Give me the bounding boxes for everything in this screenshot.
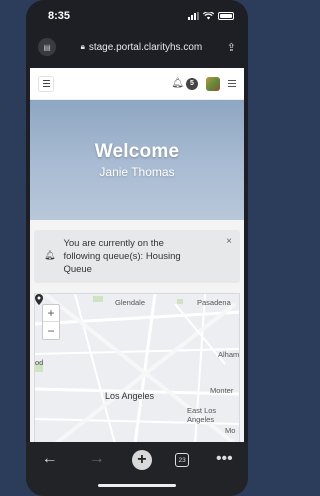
home-indicator[interactable]	[98, 484, 176, 487]
map-label-od: od	[35, 358, 44, 367]
share-icon[interactable]: ⇪	[227, 41, 236, 54]
map-label-glendale: Glendale	[115, 298, 146, 307]
user-name: Janie Thomas	[99, 165, 175, 179]
phone-frame: 8:35 ▤ 🔒︎ stage.portal.clarityhs.com ⇪ 🔔…	[26, 0, 248, 496]
battery-icon	[218, 12, 234, 20]
browser-url-bar[interactable]: ▤ 🔒︎ stage.portal.clarityhs.com ⇪	[26, 32, 248, 62]
map-label-east-los-angeles: East Los Angeles	[187, 406, 217, 424]
url-text: stage.portal.clarityhs.com	[88, 41, 203, 53]
notifications-button[interactable]: 🔔︎ 5	[171, 77, 198, 90]
status-icons	[188, 12, 234, 20]
arrow-right-icon[interactable]: →	[85, 450, 109, 468]
map-label-los-angeles: Los Angeles	[105, 391, 155, 401]
map-label-pasadena: Pasadena	[197, 298, 231, 307]
map-pin-icon[interactable]	[35, 294, 43, 305]
map[interactable]: + − Glendale Pasadena od Alham Monter Lo…	[34, 293, 240, 442]
app-header: 🔔︎ 5	[30, 68, 244, 100]
reader-icon[interactable]: ▤	[38, 38, 56, 56]
lock-icon: 🔒︎	[80, 42, 85, 51]
map-zoom-control: + −	[42, 304, 60, 340]
notification-badge: 5	[186, 77, 198, 90]
more-dots-icon[interactable]: •••	[212, 450, 236, 468]
plus-icon[interactable]: +	[131, 450, 152, 470]
tabs-icon[interactable]: 23	[175, 453, 190, 467]
queue-alert: 🔔︎ You are currently on the following qu…	[34, 230, 240, 283]
welcome-title: Welcome	[94, 141, 180, 162]
status-time: 8:35	[48, 10, 71, 22]
status-bar: 8:35	[26, 0, 248, 32]
wifi-icon	[203, 12, 214, 20]
web-viewport: 🔔︎ 5 Welcome Janie Thomas 🔔︎ You are cur…	[30, 68, 244, 442]
signal-icon	[188, 12, 199, 20]
alert-message: You are currently on the following queue…	[63, 238, 181, 275]
arrow-left-icon[interactable]: ←	[38, 450, 62, 468]
zoom-out-button[interactable]: −	[43, 322, 59, 339]
map-label-monterey: Monter	[210, 386, 234, 395]
close-icon[interactable]: ×	[226, 236, 232, 247]
list-menu-icon[interactable]	[228, 80, 236, 87]
browser-toolbar: ← → + 23 •••	[26, 442, 248, 496]
header-actions: 🔔︎ 5	[171, 76, 236, 91]
welcome-hero: Welcome Janie Thomas	[30, 100, 244, 220]
bell-icon: 🔔︎	[44, 250, 56, 260]
map-label-alhambra: Alham	[218, 350, 240, 359]
avatar[interactable]	[206, 76, 220, 91]
zoom-in-button[interactable]: +	[43, 305, 59, 322]
map-label-mo: Mo	[225, 426, 236, 435]
url-display[interactable]: 🔒︎ stage.portal.clarityhs.com	[81, 42, 203, 53]
bell-icon: 🔔︎	[171, 78, 184, 89]
main-content: 🔔︎ You are currently on the following qu…	[30, 220, 244, 442]
hamburger-menu-button[interactable]	[38, 75, 54, 92]
